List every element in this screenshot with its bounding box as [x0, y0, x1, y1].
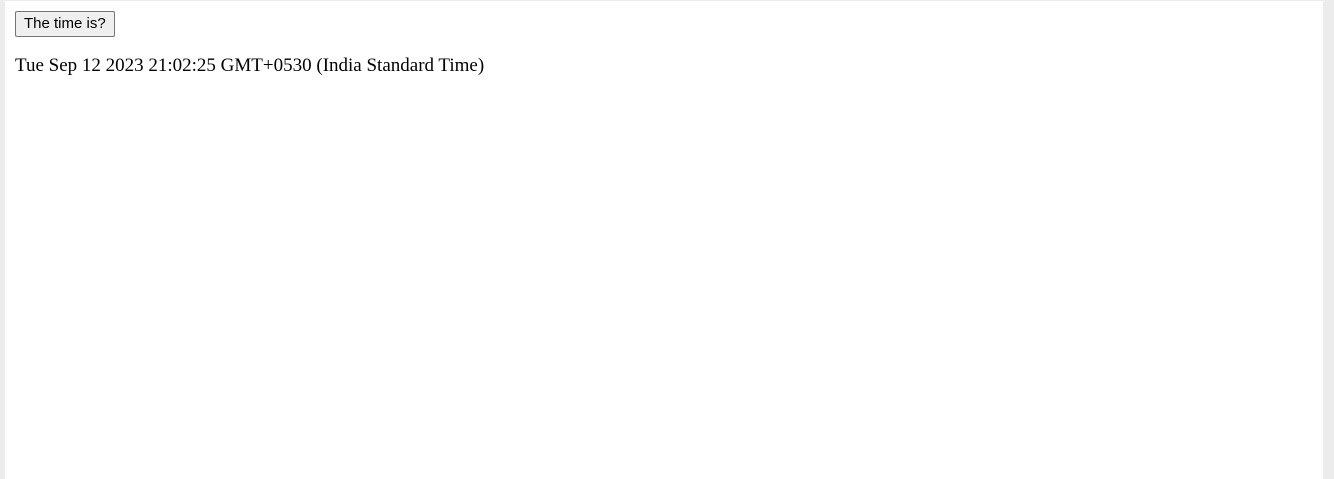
page-content: The time is? Tue Sep 12 2023 21:02:25 GM…: [15, 11, 484, 77]
show-time-button[interactable]: The time is?: [15, 11, 115, 37]
page-viewport: The time is? Tue Sep 12 2023 21:02:25 GM…: [5, 1, 1323, 479]
time-display-text: Tue Sep 12 2023 21:02:25 GMT+0530 (India…: [15, 55, 485, 76]
